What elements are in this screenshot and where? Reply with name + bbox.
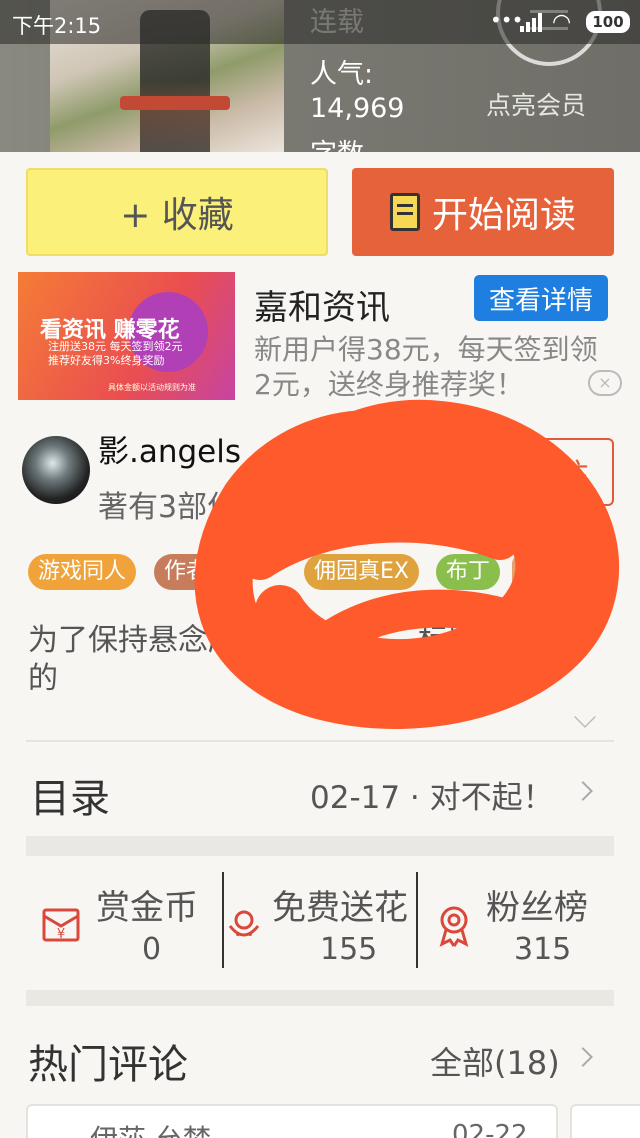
- flower-icon: [228, 910, 260, 937]
- red-envelope-icon: ¥: [42, 908, 80, 942]
- stat-label: 粉丝榜: [486, 888, 588, 928]
- tag-item[interactable]: 游戏同人: [28, 554, 137, 590]
- vip-label[interactable]: 点亮会员: [486, 86, 586, 122]
- author-name[interactable]: 影.angels: [98, 426, 241, 471]
- battery-icon: 100: [586, 11, 630, 33]
- stat-label: 赏金币: [96, 888, 198, 928]
- section-gap: [26, 836, 614, 856]
- hot-comments-label: 热门评论: [28, 1042, 188, 1088]
- all-comments-link[interactable]: 全部(18): [430, 1038, 560, 1084]
- follow-button[interactable]: 关注: [504, 438, 614, 506]
- stat-value: 0: [142, 932, 162, 967]
- ad-banner-image[interactable]: 看资讯 赚零花 注册送38元 每天签到领2元 推荐好友得3%终身奖励 具体金额以…: [18, 272, 235, 400]
- svg-text:¥: ¥: [57, 927, 65, 942]
- cover-detail: [120, 96, 230, 110]
- ad-title[interactable]: 嘉和资讯: [254, 280, 390, 329]
- start-reading-button[interactable]: 开始阅读: [352, 168, 614, 256]
- synopsis: 为了保持悬念所以……………标题！你懂的: [28, 623, 568, 696]
- wifi-icon: ◠: [552, 10, 572, 35]
- popularity-label: 人气:: [310, 59, 374, 90]
- stat-value: 155: [320, 932, 378, 967]
- notification-dots-icon: •••: [490, 8, 523, 32]
- signal-icon: [520, 12, 544, 32]
- author-works: 著有3部作品 · 1关注: [98, 490, 375, 525]
- divider: [26, 740, 614, 742]
- comment-username[interactable]: 伊莎 允梦: [90, 1118, 211, 1138]
- fan-rank-stat[interactable]: 粉丝榜 315: [422, 874, 612, 970]
- status-time: 下午2:15: [12, 14, 102, 38]
- tag-item-partial[interactable]: [512, 554, 532, 590]
- popularity-value: 14,969: [310, 93, 405, 124]
- ad-image-line2: 推荐好友得3%终身奖励: [48, 354, 165, 367]
- comment-card[interactable]: [570, 1104, 640, 1138]
- start-reading-label: 开始阅读: [431, 195, 576, 236]
- ad-close-icon[interactable]: ×: [588, 370, 622, 396]
- medal-icon: [439, 906, 469, 947]
- favorite-button[interactable]: + 收藏: [26, 168, 328, 256]
- ad-image-footer: 具体金额以活动规则为准: [108, 383, 196, 392]
- section-gap: [26, 990, 614, 1006]
- tag-item[interactable]: 布丁: [436, 554, 501, 590]
- status-bar: 下午2:15 ••• ◠ 100: [0, 0, 640, 44]
- comment-date: 02-22: [452, 1120, 528, 1138]
- tag-item[interactable]: 作者: [154, 554, 219, 590]
- ad-description: 新用户得38元，每天签到领2元，送终身推荐奖！: [254, 333, 598, 401]
- book-icon: [389, 193, 420, 231]
- reward-coins-stat[interactable]: ¥ 赏金币 0: [34, 874, 224, 970]
- stat-value: 315: [514, 932, 572, 967]
- free-flowers-stat[interactable]: 免费送花 155: [222, 874, 412, 970]
- ad-detail-button[interactable]: 查看详情: [474, 275, 608, 321]
- toc-latest-chapter[interactable]: 02-17 · 对不起！: [310, 772, 554, 817]
- author-avatar[interactable]: [22, 436, 90, 504]
- tag-item[interactable]: 佣园真EX: [304, 554, 419, 590]
- word-count-label: 字数: [310, 138, 364, 152]
- stat-divider: [416, 872, 418, 968]
- toc-label[interactable]: 目录: [30, 766, 110, 824]
- stat-label: 免费送花: [272, 888, 408, 928]
